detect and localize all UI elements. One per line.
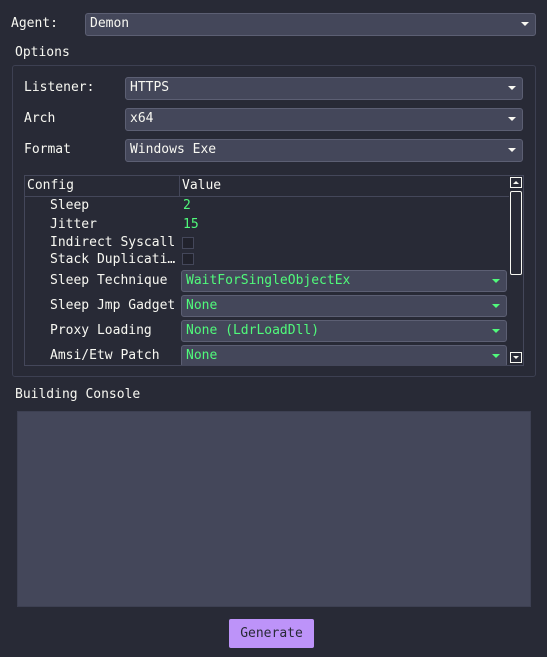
agent-select-value: Demon — [90, 16, 130, 31]
sleep-technique-value: WaitForSingleObjectEx — [186, 273, 351, 288]
chevron-down-icon — [521, 22, 529, 26]
scroll-down-button[interactable] — [510, 352, 522, 363]
options-title: Options — [15, 45, 70, 60]
sleep-jmp-gadget-value: None — [186, 298, 218, 313]
config-table-scrollbar[interactable] — [509, 176, 523, 365]
config-row-label-jitter: Jitter — [50, 217, 97, 232]
chevron-down-icon — [508, 148, 516, 152]
listener-label: Listener: — [24, 80, 95, 95]
scroll-up-button[interactable] — [510, 177, 522, 188]
config-row-label-indirect-syscall: Indirect Syscall — [50, 235, 176, 250]
amsi-etw-patch-value: None — [186, 348, 218, 363]
config-table: Config Value Sleep 2 Jitter 15 Indirect … — [24, 175, 524, 366]
format-label: Format — [24, 142, 71, 157]
building-console-title: Building Console — [15, 387, 141, 402]
column-divider — [179, 176, 180, 196]
listener-select[interactable]: HTTPS — [125, 77, 523, 100]
generate-button[interactable]: Generate — [229, 619, 314, 648]
listener-select-value: HTTPS — [130, 80, 170, 95]
proxy-loading-select[interactable]: None (LdrLoadDll) — [181, 320, 507, 342]
chevron-down-icon — [492, 329, 500, 333]
chevron-down-icon — [492, 354, 500, 358]
indirect-syscall-checkbox[interactable] — [182, 237, 194, 249]
format-select[interactable]: Windows Exe — [125, 139, 523, 162]
sleep-jmp-gadget-select[interactable]: None — [181, 295, 507, 317]
format-select-value: Windows Exe — [130, 142, 217, 157]
arch-label: Arch — [24, 111, 56, 126]
sleep-technique-select[interactable]: WaitForSingleObjectEx — [181, 270, 507, 292]
config-row-label-sleep-technique: Sleep Technique — [50, 273, 168, 288]
config-row-label-sleep-jmp-gadget: Sleep Jmp Gadget — [50, 298, 176, 313]
agent-select[interactable]: Demon — [85, 13, 536, 36]
config-table-header: Config Value — [25, 176, 509, 197]
chevron-down-icon — [508, 117, 516, 121]
arrow-down-icon — [513, 356, 519, 359]
arch-select-value: x64 — [130, 111, 154, 126]
arch-select[interactable]: x64 — [125, 108, 523, 131]
building-console-output[interactable] — [17, 411, 531, 607]
chevron-down-icon — [492, 279, 500, 283]
config-row-label-stack-duplication: Stack Duplicati… — [50, 252, 176, 267]
scrollbar-thumb[interactable] — [510, 191, 522, 275]
config-column-header[interactable]: Config — [27, 178, 74, 194]
agent-label: Agent: — [11, 16, 58, 31]
arrow-up-icon — [513, 181, 519, 184]
config-row-label-proxy-loading: Proxy Loading — [50, 323, 152, 338]
chevron-down-icon — [492, 304, 500, 308]
config-row-label-amsi-etw-patch: Amsi/Etw Patch — [50, 348, 160, 363]
stack-duplication-checkbox[interactable] — [182, 253, 194, 265]
sleep-value-field[interactable]: 2 — [183, 198, 191, 214]
proxy-loading-value: None (LdrLoadDll) — [186, 323, 320, 338]
chevron-down-icon — [508, 86, 516, 90]
config-row-label-sleep: Sleep — [50, 198, 90, 213]
amsi-etw-patch-select[interactable]: None — [181, 345, 507, 365]
value-column-header[interactable]: Value — [182, 178, 221, 194]
jitter-value-field[interactable]: 15 — [183, 217, 199, 233]
